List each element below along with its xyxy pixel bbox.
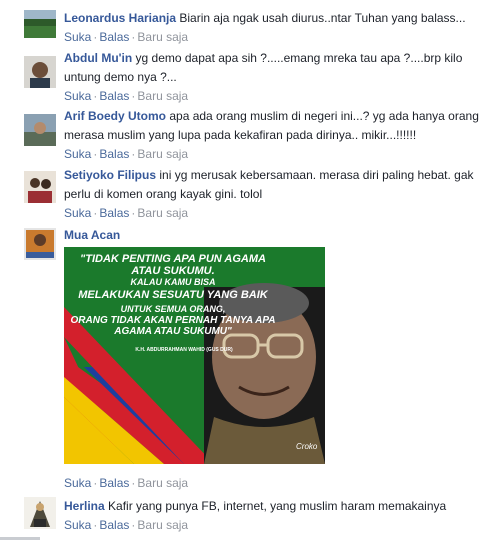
timestamp[interactable]: Baru saja: [137, 30, 188, 44]
comment-author[interactable]: Abdul Mu'in: [64, 51, 132, 65]
avatar[interactable]: [24, 114, 56, 146]
timestamp[interactable]: Baru saja: [137, 476, 188, 490]
avatar[interactable]: [24, 228, 56, 260]
avatar[interactable]: [24, 10, 56, 38]
artist-signature: Croko: [296, 442, 318, 451]
comment-author[interactable]: Leonardus Harianja: [64, 11, 176, 25]
timestamp[interactable]: Baru saja: [137, 147, 188, 161]
quote-line: "TIDAK PENTING APA PUN AGAMA ATAU SUKUMU…: [80, 253, 266, 277]
quote-line: KALAU KAMU BISA: [130, 277, 216, 287]
like-button[interactable]: Suka: [64, 206, 91, 220]
comment-text: Biarin aja ngak usah diurus..ntar Tuhan …: [179, 11, 466, 25]
quote-line: UNTUK SEMUA ORANG,: [120, 304, 226, 314]
comment-image[interactable]: "TIDAK PENTING APA PUN AGAMA ATAU SUKUMU…: [64, 247, 325, 464]
reply-button[interactable]: Balas: [99, 206, 129, 220]
quote-line: ORANG TIDAK AKAN PERNAH TANYA APA AGAMA …: [70, 315, 276, 337]
reply-button[interactable]: Balas: [99, 89, 129, 103]
like-button[interactable]: Suka: [64, 89, 91, 103]
timestamp[interactable]: Baru saja: [137, 518, 188, 532]
reply-button[interactable]: Balas: [99, 30, 129, 44]
reply-button[interactable]: Balas: [99, 147, 129, 161]
timestamp[interactable]: Baru saja: [137, 206, 188, 220]
comment-author[interactable]: Mua Acan: [64, 228, 120, 242]
comment-author[interactable]: Arif Boedy Utomo: [64, 109, 166, 123]
like-button[interactable]: Suka: [64, 30, 91, 44]
like-button[interactable]: Suka: [64, 147, 91, 161]
timestamp[interactable]: Baru saja: [137, 89, 188, 103]
quote-line: MELAKUKAN SESUATU YANG BAIK: [78, 289, 268, 301]
avatar[interactable]: [24, 497, 56, 529]
comment-author[interactable]: Herlina: [64, 499, 105, 513]
like-button[interactable]: Suka: [64, 476, 91, 490]
comment-author[interactable]: Setiyoko Filipus: [64, 168, 156, 182]
avatar[interactable]: [24, 171, 56, 203]
reply-button[interactable]: Balas: [99, 518, 129, 532]
comment-text: Kafir yang punya FB, internet, yang musl…: [108, 499, 447, 513]
like-button[interactable]: Suka: [64, 518, 91, 532]
reply-button[interactable]: Balas: [99, 476, 129, 490]
quote-attribution: K.H. ABDURRAHMAN WAHID (GUS DUR): [135, 347, 233, 353]
avatar[interactable]: [24, 56, 56, 88]
